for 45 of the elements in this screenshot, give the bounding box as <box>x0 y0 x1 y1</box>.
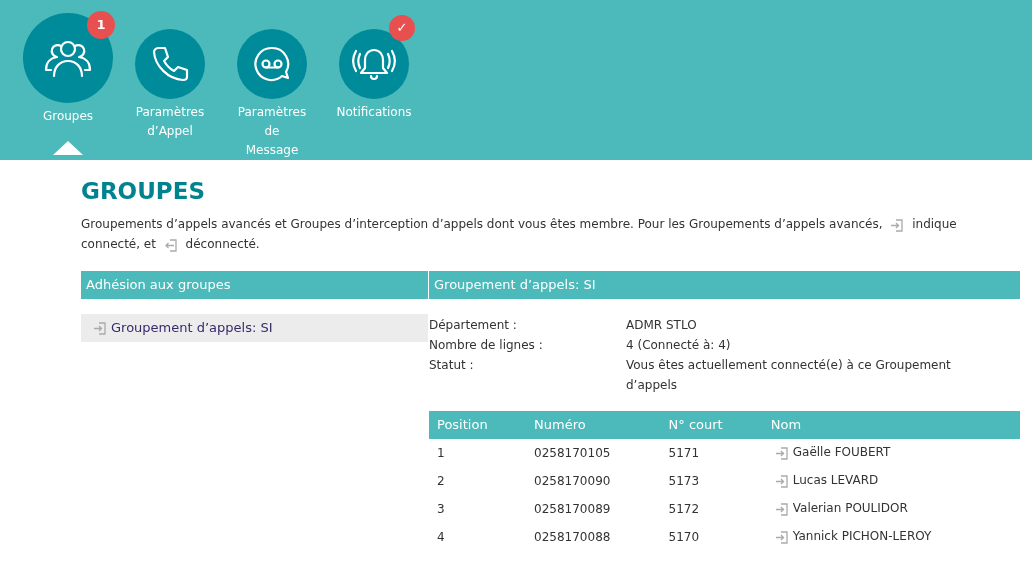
tab-label: Notifications <box>336 104 412 121</box>
field-value: Vous êtes actuellement connecté(e) à ce Groupement d’appels <box>626 356 952 394</box>
page-title: GROUPES <box>81 178 206 206</box>
notification-badge: 1 <box>87 11 115 39</box>
tab-label: Paramètres d’Appel <box>135 104 205 140</box>
table-cell: 5171 <box>660 438 763 467</box>
panel-header: Groupement d’appels: SI <box>429 270 1020 299</box>
member-name: Gaëlle FOUBERT <box>792 445 891 460</box>
table-cell-text: 4 <box>436 528 446 546</box>
table-cell-text: 2 <box>436 472 446 490</box>
panel-header: Adhésion aux groupes <box>81 270 428 299</box>
people-icon <box>43 38 93 78</box>
table-cell: 1 <box>429 438 527 467</box>
member-name: Lucas LEVARD <box>792 473 879 488</box>
group-list-item[interactable]: Groupement d’appels: SI <box>81 313 428 342</box>
intro-text: déconnecté. <box>185 237 260 252</box>
intro-text: connecté, et <box>81 237 156 252</box>
voicemail-icon <box>252 44 292 84</box>
table-cell: 0258170105 <box>526 438 661 467</box>
table-cell-text: 0258170088 <box>533 528 612 546</box>
table-cell-text: 5172 <box>667 500 701 518</box>
column-header: Position <box>429 410 527 439</box>
selected-indicator <box>53 141 83 155</box>
phone-icon <box>150 44 190 84</box>
table-cell-text: 0258170090 <box>533 472 612 490</box>
field-label: Statut : <box>429 356 475 374</box>
tab-label: Paramètres de Message <box>237 104 307 159</box>
field-label: Nombre de lignes : <box>429 336 544 354</box>
nav-tab[interactable]: Paramètres de Message <box>237 13 307 160</box>
table-cell-text: 5173 <box>667 472 701 490</box>
table-cell-text: 5170 <box>667 528 701 546</box>
field-value: ADMR STLO <box>626 316 698 334</box>
table-cell-text: 0258170089 <box>533 500 612 518</box>
column-header: Nom <box>762 410 1020 439</box>
member-name: Yannick PICHON-LEROY <box>792 529 932 544</box>
table-cell-text: 3 <box>436 500 446 518</box>
tab-label: Groupes <box>42 108 94 125</box>
member-name: Valerian POULIDOR <box>792 501 908 516</box>
column-header: N° court <box>660 410 763 439</box>
intro-text: indique <box>912 216 957 231</box>
notification-badge: ✓ <box>389 15 415 41</box>
column-header: Numéro <box>526 410 661 439</box>
intro-text: Groupements d’appels avancés et Groupes d’interception d’appels dont vous êtes membre. Pour les Groupements d’appels avancés, <box>81 216 883 231</box>
field-label: Département : <box>429 316 518 334</box>
field-value: 4 (Connecté à: 4) <box>626 336 732 354</box>
